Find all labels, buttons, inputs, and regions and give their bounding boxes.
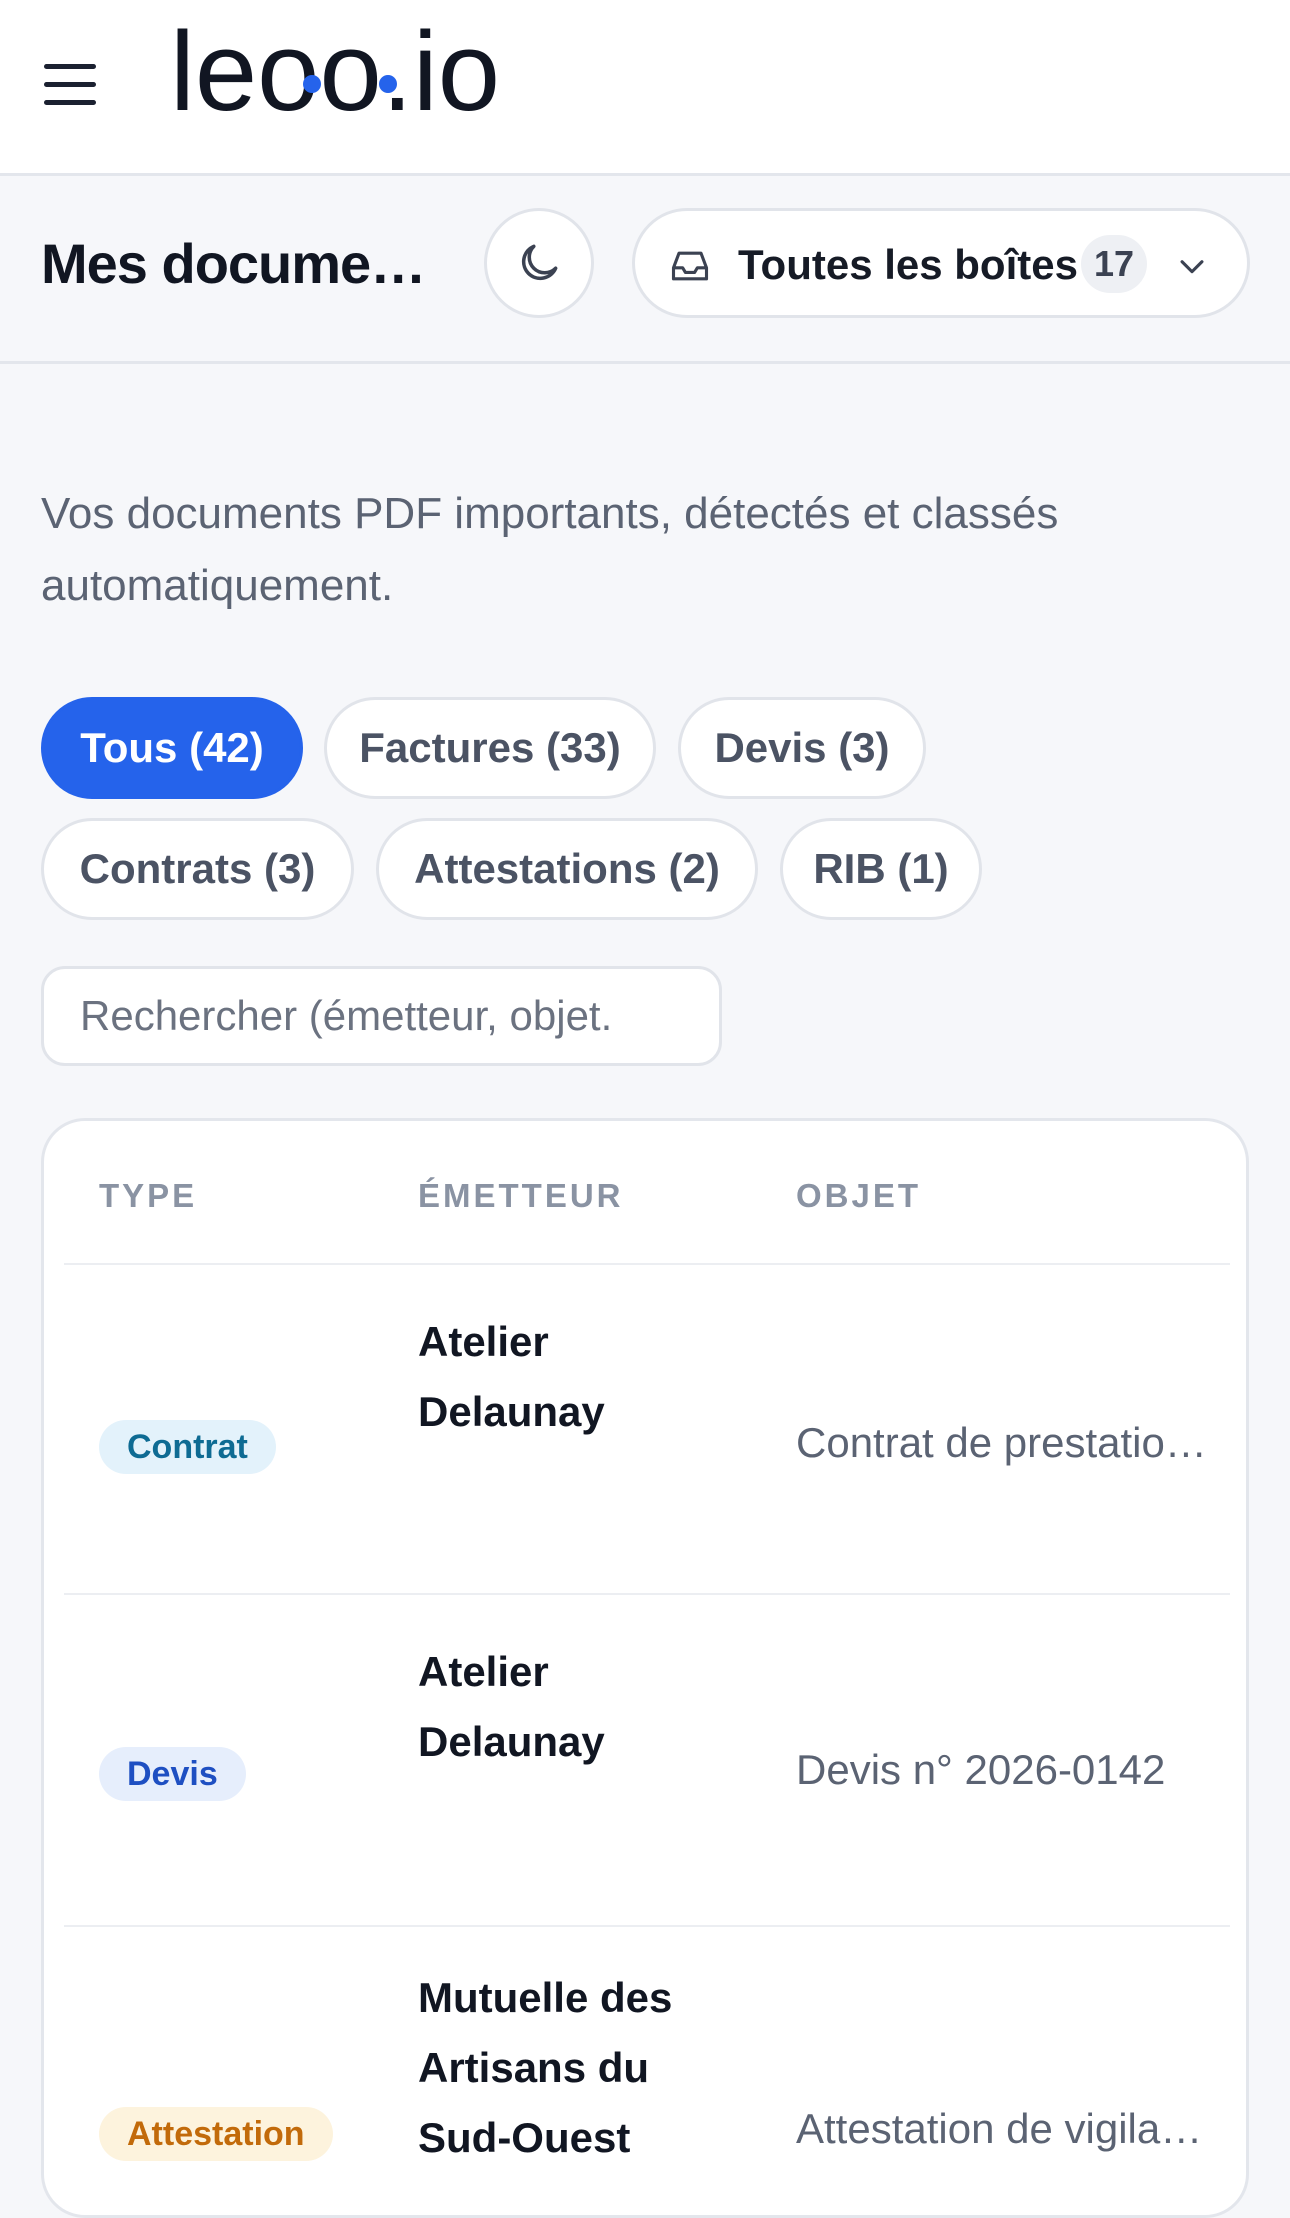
filter-chip-all[interactable]: Tous (42) — [41, 697, 303, 799]
filter-chip-quotes[interactable]: Devis (3) — [678, 697, 926, 799]
mailbox-selector[interactable]: Toutes les boîtes 17 — [632, 208, 1250, 318]
page-description: Vos documents PDF importants, détectés e… — [41, 489, 1059, 610]
table-row[interactable]: Devis Atelier Delaunay Devis n° 2026-014… — [64, 1597, 1230, 1927]
type-badge: Attestation — [99, 2107, 333, 2161]
document-object: Attestation de vigilance — [796, 2105, 1216, 2152]
logo-dot-2 — [379, 75, 397, 93]
top-bar: leoo.io — [0, 0, 1290, 176]
documents-table: TYPE ÉMETTEUR OBJET Contrat Atelier Dela… — [41, 1118, 1249, 2218]
chevron-down-icon — [1180, 260, 1204, 274]
emitter-name: Atelier Delaunay — [418, 1648, 605, 1765]
document-object: Devis n° 2026-0142 — [796, 1746, 1166, 1793]
emitter-name: Atelier Delaunay — [418, 1318, 605, 1435]
mailbox-count-badge: 17 — [1081, 235, 1147, 293]
table-row[interactable]: Contrat Atelier Delaunay Contrat de pres… — [64, 1265, 1230, 1595]
table-row[interactable]: Attestation Mutuelle des Artisans du Sud… — [64, 1929, 1230, 2215]
moon-icon — [521, 244, 558, 281]
type-badge: Devis — [99, 1747, 246, 1801]
column-header-type[interactable]: TYPE — [99, 1177, 197, 1215]
page-header: Mes documents Toutes les boîtes 17 — [0, 179, 1290, 364]
emitter-name: Mutuelle des Artisans du Sud-Ouest — [418, 1974, 673, 2161]
logo-text: leoo.io — [170, 26, 500, 126]
hamburger-menu-icon[interactable] — [40, 58, 100, 112]
inbox-icon — [671, 251, 709, 281]
filter-chip-rib[interactable]: RIB (1) — [780, 818, 982, 920]
column-header-object[interactable]: OBJET — [796, 1177, 921, 1215]
type-badge: Contrat — [99, 1420, 276, 1474]
leoo-logo[interactable]: leoo.io — [170, 26, 540, 126]
document-object: Contrat de prestation de services — [796, 1419, 1216, 1466]
column-header-emitter[interactable]: ÉMETTEUR — [418, 1177, 624, 1215]
filter-chip-invoices[interactable]: Factures (33) — [324, 697, 656, 799]
search-input[interactable] — [41, 966, 722, 1066]
logo-dot-1 — [303, 75, 321, 93]
filter-chip-contracts[interactable]: Contrats (3) — [41, 818, 354, 920]
mailbox-label: Toutes les boîtes — [738, 241, 1078, 288]
filter-chip-certificates[interactable]: Attestations (2) — [376, 818, 758, 920]
page-title: Mes documents — [41, 232, 441, 295]
theme-toggle-button[interactable] — [484, 208, 594, 318]
